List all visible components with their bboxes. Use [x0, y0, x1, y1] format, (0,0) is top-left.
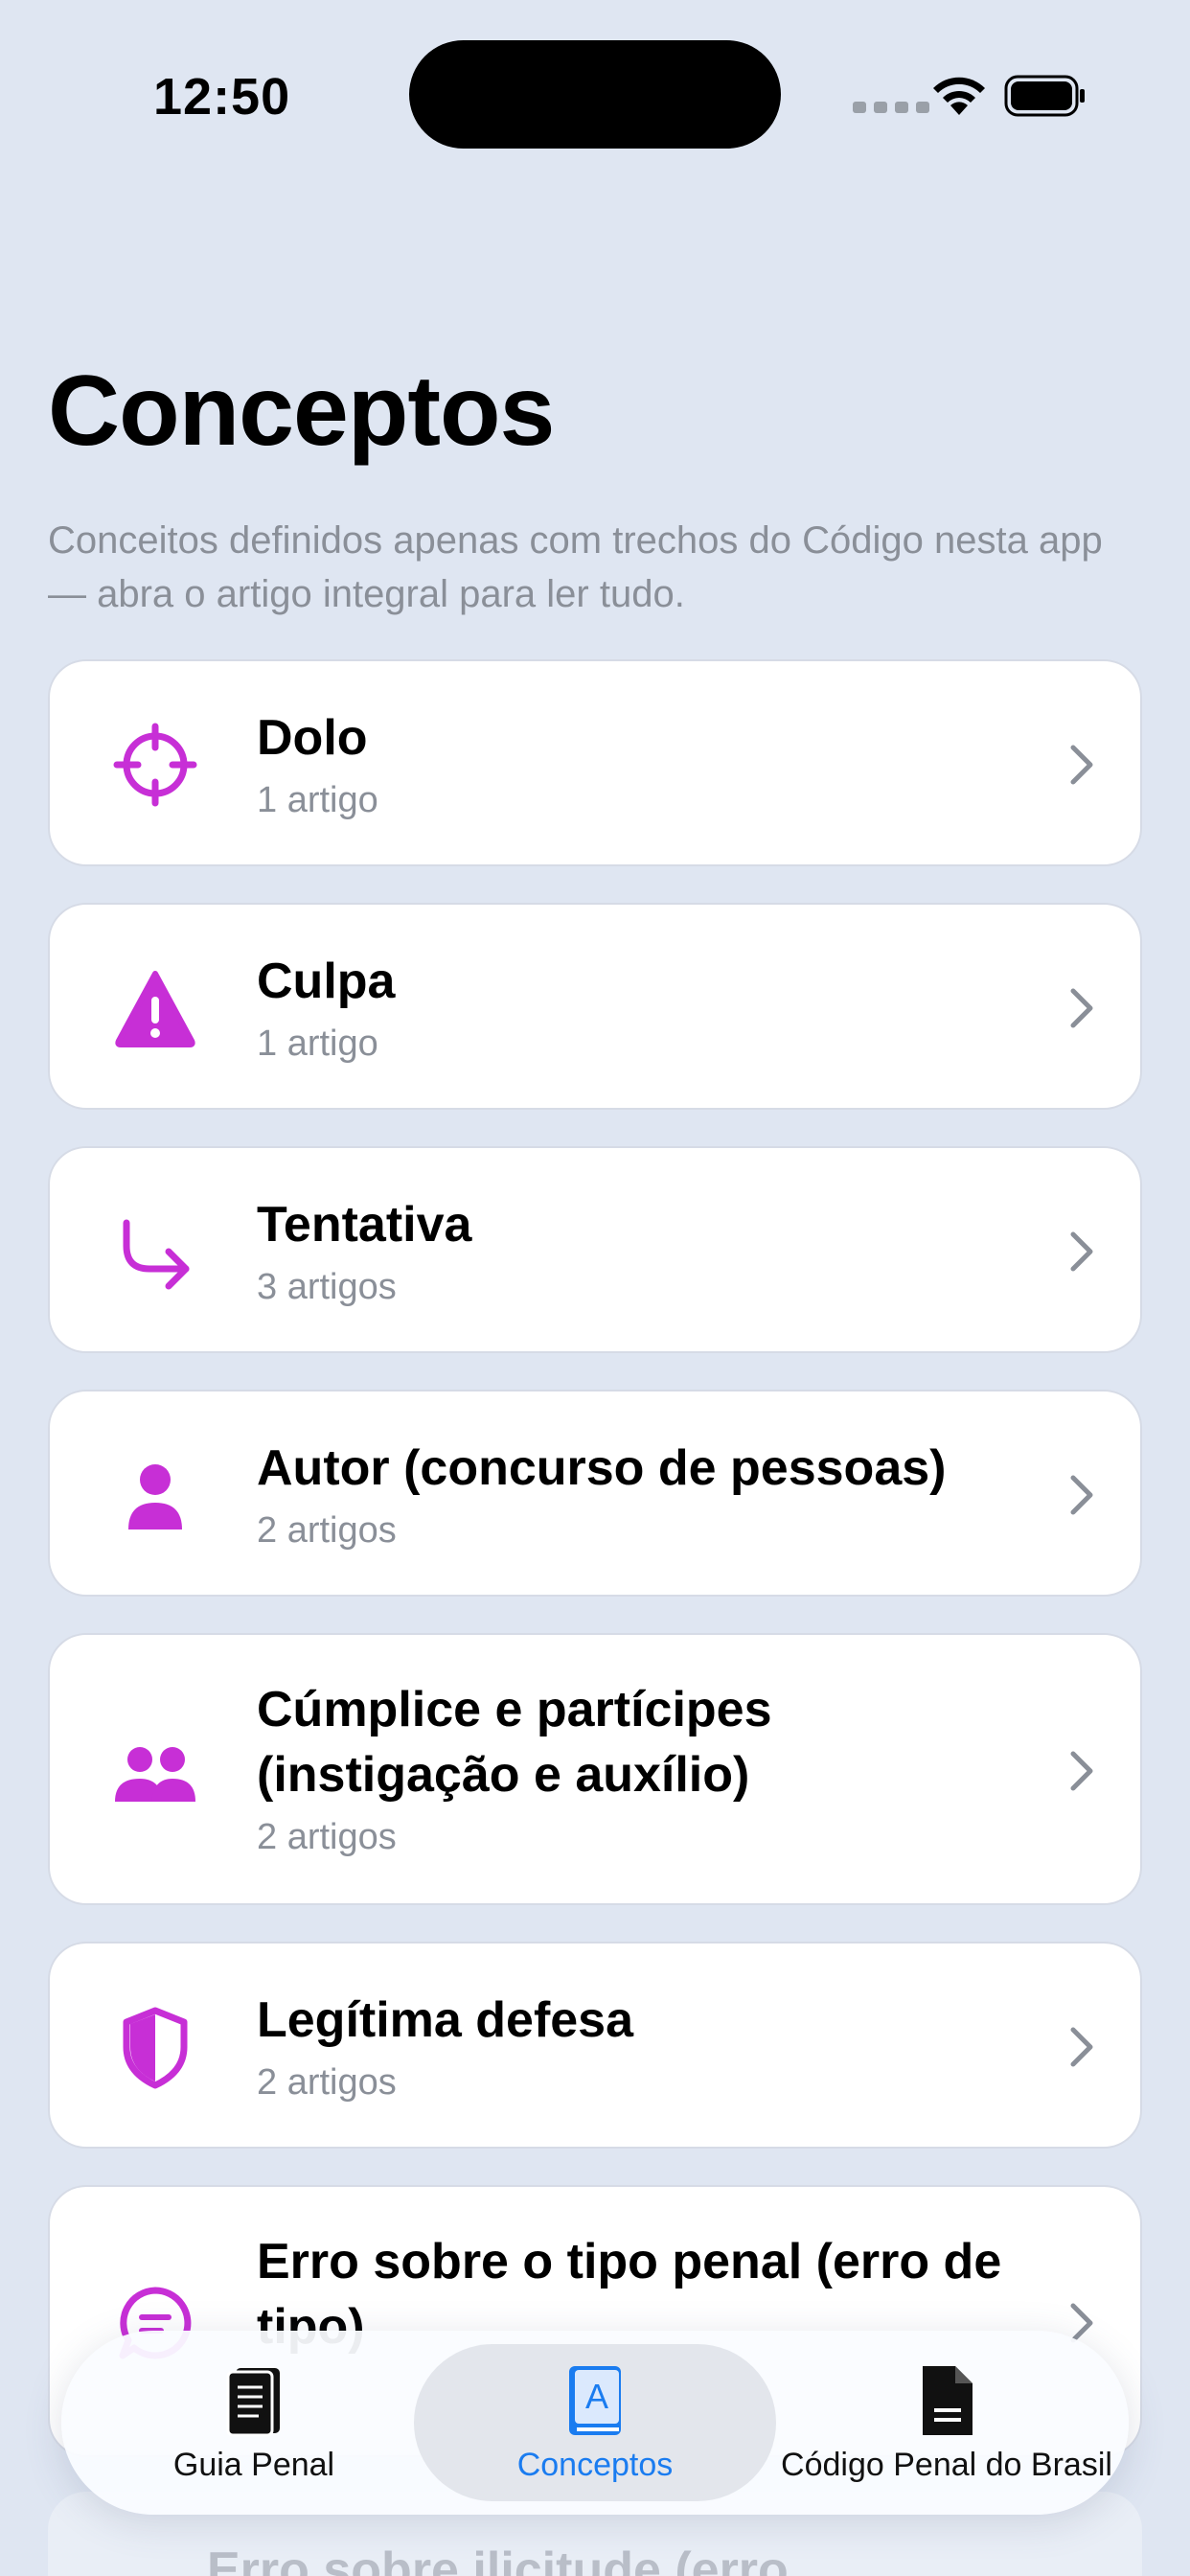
concept-count: 3 artigos	[257, 1267, 397, 1307]
status-time: 12:50	[153, 68, 291, 126]
concept-title: Erro sobre ilicitude (erro	[207, 2542, 789, 2576]
people-icon	[109, 1725, 201, 1817]
concept-title: Tentativa	[257, 1197, 472, 1253]
tab-label: Código Penal do Brasil	[781, 2446, 1112, 2483]
shield-icon	[109, 2001, 201, 2093]
warning-icon	[109, 962, 201, 1054]
tab-label: Guia Penal	[172, 2446, 335, 2483]
concept-title: Cúmplice e partícipes (instigação e auxí…	[257, 1682, 772, 1803]
tab-bar: Guia Penal A Conceptos Código Penal do B…	[61, 2331, 1129, 2515]
concept-title: Legítima defesa	[257, 1992, 634, 2048]
concept-item-culpa[interactable]: Culpa 1 artigo	[48, 903, 1142, 1110]
concept-item-cumplice[interactable]: Cúmplice e partícipes (instigação e auxí…	[48, 1633, 1142, 1905]
page-subtitle: Conceitos definidos apenas com trechos d…	[48, 519, 1103, 615]
tab-label: Conceptos	[516, 2446, 674, 2483]
concept-count: 2 artigos	[257, 2062, 397, 2103]
page-title: Conceptos	[48, 356, 555, 467]
concept-title: Dolo	[257, 710, 368, 766]
battery-icon	[1004, 75, 1085, 117]
tab-conceptos[interactable]: A Conceptos	[414, 2344, 776, 2501]
chevron-right-icon	[1070, 988, 1093, 1028]
concept-count: 1 artigo	[257, 1024, 378, 1064]
person-icon	[109, 1449, 201, 1541]
concept-count: 1 artigo	[257, 780, 378, 820]
scope-icon	[109, 719, 201, 811]
chevron-right-icon	[1070, 2027, 1093, 2067]
arrow-turn-icon	[109, 1206, 201, 1298]
status-bar: 12:50	[0, 0, 1190, 192]
svg-text:A: A	[585, 2377, 608, 2416]
dictionary-icon: A	[569, 2365, 621, 2435]
concept-item-tentativa[interactable]: Tentativa 3 artigos	[48, 1146, 1142, 1353]
concept-title: Culpa	[257, 954, 396, 1009]
chevron-right-icon	[1070, 745, 1093, 785]
tab-codigo-penal[interactable]: Código Penal do Brasil	[778, 2344, 1115, 2501]
concept-count: 2 artigos	[257, 1817, 397, 1857]
concept-item-dolo[interactable]: Dolo 1 artigo	[48, 659, 1142, 866]
chevron-right-icon	[1070, 1231, 1093, 1272]
concept-count: 2 artigos	[257, 1510, 397, 1551]
chevron-right-icon	[1070, 1475, 1093, 1515]
chevron-right-icon	[1070, 1751, 1093, 1791]
concept-item-autor[interactable]: Autor (concurso de pessoas) 2 artigos	[48, 1390, 1142, 1597]
tab-guia-penal[interactable]: Guia Penal	[80, 2344, 427, 2501]
document-icon	[923, 2365, 973, 2435]
concept-item-legitima-defesa[interactable]: Legítima defesa 2 artigos	[48, 1942, 1142, 2149]
wifi-icon	[933, 77, 985, 115]
concept-title: Autor (concurso de pessoas)	[257, 1440, 947, 1496]
dynamic-island	[409, 40, 781, 149]
book-icon	[226, 2367, 280, 2436]
cellular-signal-icon	[853, 102, 929, 113]
